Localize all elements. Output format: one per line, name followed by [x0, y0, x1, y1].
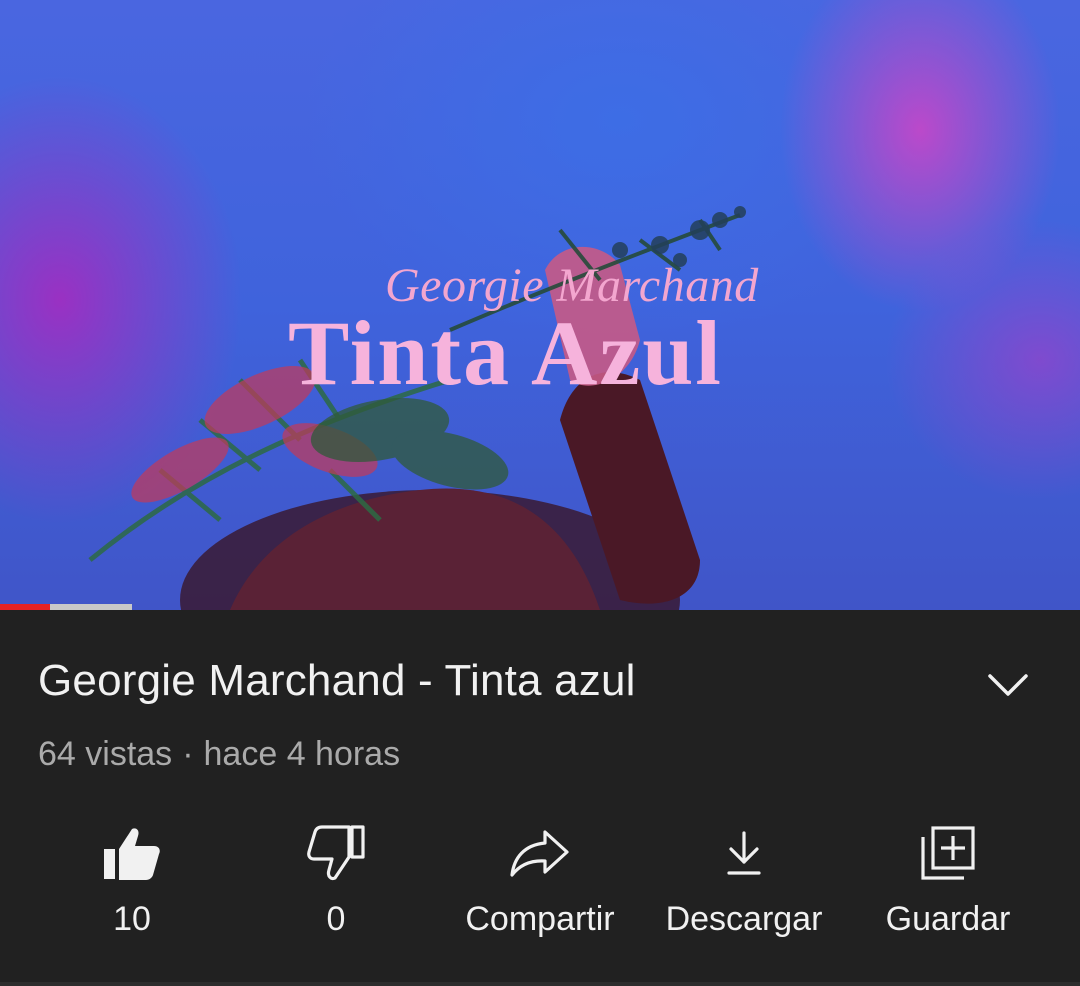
watch-page: Georgie Marchand Tinta Azul Georgie Marc…	[0, 0, 1080, 986]
download-button[interactable]: Descargar	[644, 812, 844, 962]
add-to-playlist-icon	[915, 820, 981, 886]
view-count: 64 vistas	[38, 735, 173, 773]
upload-age: hace 4 horas	[203, 735, 401, 773]
bottom-divider	[0, 982, 1080, 986]
download-label: Descargar	[665, 900, 823, 938]
expand-description-button[interactable]	[980, 660, 1036, 710]
thumbs-up-icon	[99, 820, 165, 886]
action-bar: 10 0 Compartir Descargar Guardar	[0, 812, 1080, 972]
progress-played	[0, 604, 51, 610]
download-icon	[711, 820, 777, 886]
video-meta: 64 vistas · hace 4 horas	[38, 735, 400, 774]
like-button[interactable]: 10	[32, 812, 232, 962]
share-button[interactable]: Compartir	[440, 812, 640, 962]
video-player[interactable]: Georgie Marchand Tinta Azul	[0, 0, 1080, 610]
video-overlay-title: Tinta Azul	[288, 302, 723, 404]
dislike-count: 0	[326, 900, 346, 938]
save-label: Guardar	[885, 900, 1011, 938]
like-count: 10	[113, 900, 151, 938]
meta-separator: ·	[182, 735, 194, 773]
save-button[interactable]: Guardar	[848, 812, 1048, 962]
share-label: Compartir	[465, 900, 615, 938]
dislike-button[interactable]: 0	[236, 812, 436, 962]
share-arrow-icon	[507, 820, 573, 886]
progress-bar[interactable]	[0, 604, 132, 610]
thumbs-down-icon	[303, 820, 369, 886]
video-title[interactable]: Georgie Marchand - Tinta azul	[38, 656, 636, 706]
chevron-down-icon	[988, 674, 1028, 696]
